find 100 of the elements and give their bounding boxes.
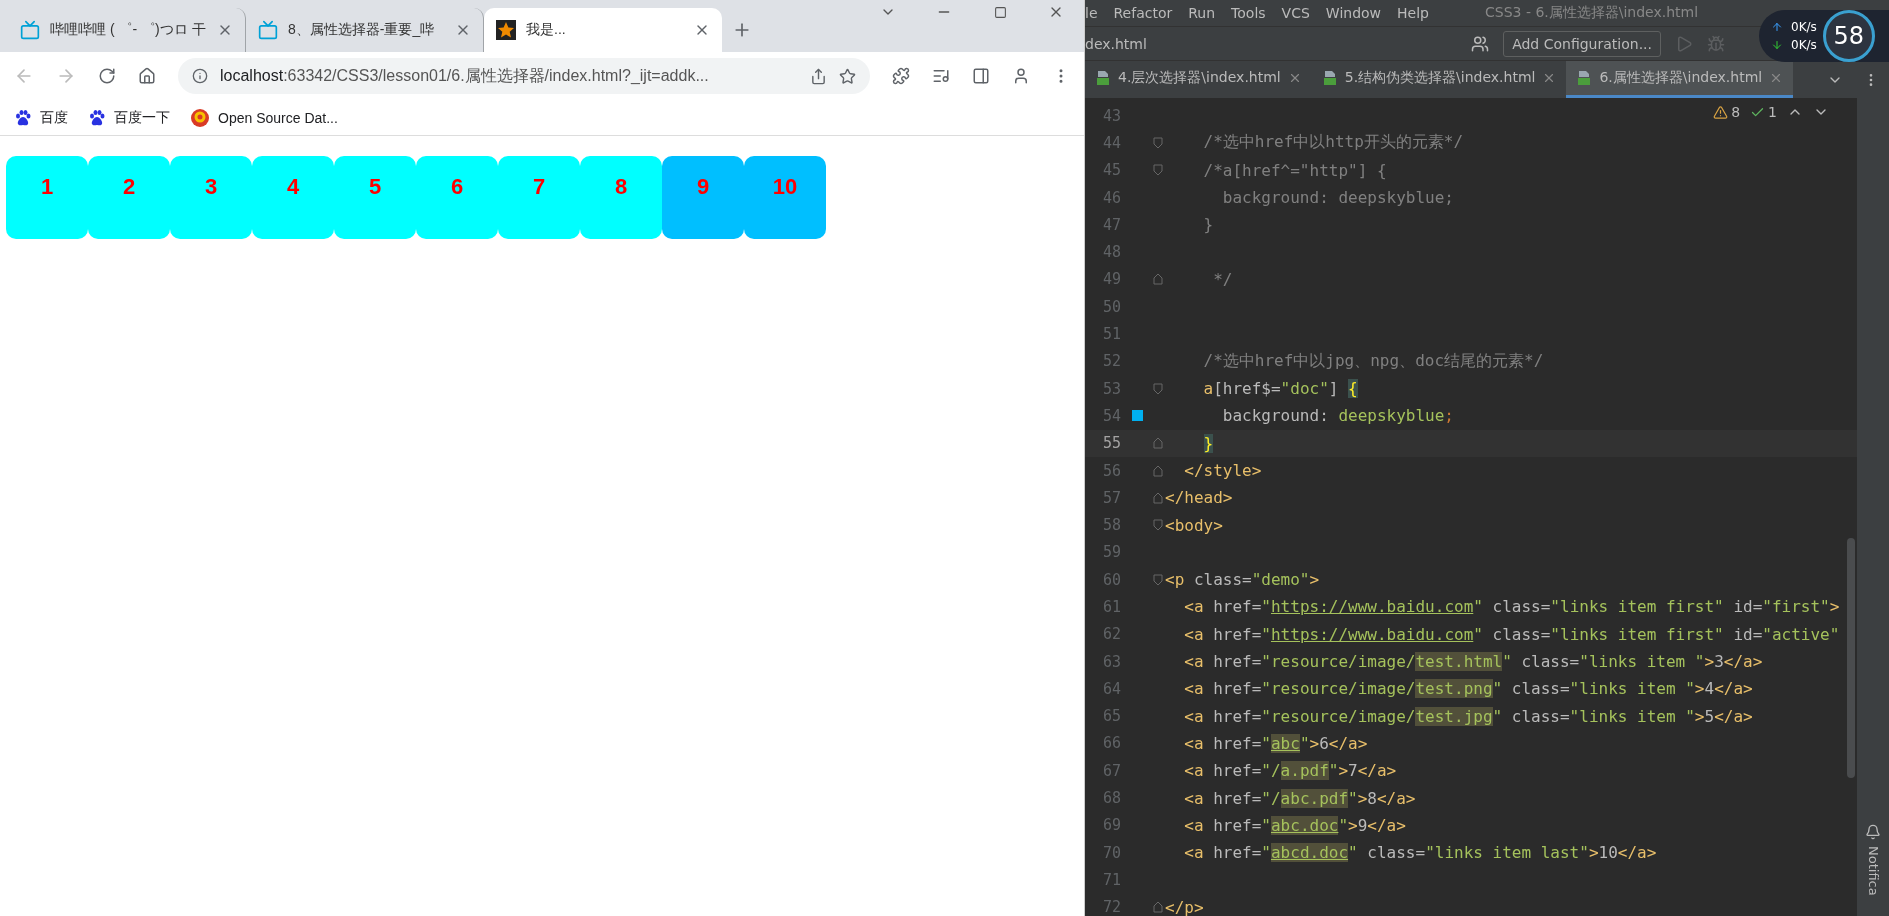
code-line: <a href="resource/image/test.html" class="links item ">3</a>: [1183, 652, 1763, 672]
menu-item[interactable]: Window: [1325, 5, 1382, 21]
reload-icon[interactable]: [98, 67, 116, 85]
code-line: <a href="resource/image/test.png" class="links item ">4</a>: [1183, 679, 1753, 699]
notifications-label[interactable]: Notifica: [1865, 846, 1881, 896]
menu-item[interactable]: Refactor: [1113, 5, 1173, 21]
bookmark-link[interactable]: Open Source Dat...: [190, 107, 338, 128]
editor-tab[interactable]: 5.结构伪类选择器\index.html: [1311, 61, 1567, 98]
line-number: 54: [1101, 406, 1121, 425]
line-number: 62: [1101, 625, 1121, 644]
warning-count[interactable]: 8: [1713, 104, 1741, 120]
arrow-down-icon: [1771, 39, 1783, 51]
line-number: 60: [1101, 570, 1121, 589]
code-line: */: [1212, 269, 1233, 289]
line-number: 52: [1101, 352, 1121, 371]
home-icon[interactable]: [138, 67, 156, 85]
line-number: 49: [1101, 270, 1121, 289]
line-number: 44: [1101, 133, 1121, 152]
menu-item[interactable]: le: [1085, 5, 1098, 21]
upload-speed: 0K/s: [1791, 20, 1817, 34]
code-line: <a href="resource/image/test.jpg" class="links item ">5</a>: [1183, 706, 1753, 726]
gauge-value: 58: [1822, 10, 1875, 62]
fold-icon[interactable]: [1153, 437, 1163, 450]
line-number: 57: [1101, 488, 1121, 507]
number-link[interactable]: 3: [170, 156, 252, 239]
star-icon: [496, 20, 516, 40]
bookmark-link[interactable]: 百度一下: [88, 108, 170, 127]
line-number: 64: [1101, 679, 1121, 698]
line-number: 59: [1101, 543, 1121, 562]
line-number: 47: [1101, 215, 1121, 234]
debug-icon[interactable]: [1707, 34, 1725, 53]
code-line: /*选中href中以jpg、npg、doc结尾的元素*/: [1202, 350, 1544, 372]
arrow-up-icon: [1771, 21, 1783, 33]
fold-icon[interactable]: [1153, 519, 1163, 532]
fold-icon[interactable]: [1153, 382, 1163, 395]
bookmark-link[interactable]: 百度: [14, 108, 68, 127]
line-number: 65: [1101, 707, 1121, 726]
menu-item[interactable]: Run: [1188, 5, 1216, 21]
code-line: background: deepskyblue;: [1221, 188, 1454, 208]
line-number: 48: [1101, 243, 1121, 262]
number-link[interactable]: 1: [6, 156, 88, 239]
menu-item[interactable]: VCS: [1281, 5, 1310, 21]
code-line: <a href="/abc.pdf">8</a>: [1183, 788, 1416, 808]
code-line: <a href="abc">6</a>: [1183, 733, 1368, 753]
fold-icon[interactable]: [1153, 164, 1163, 177]
side-panel-icon[interactable]: [972, 67, 990, 85]
menu-item[interactable]: Tools: [1231, 5, 1266, 21]
line-number: 53: [1101, 379, 1121, 398]
line-number: 55: [1101, 434, 1121, 453]
code-line: }: [1202, 215, 1214, 235]
html-file-icon: [1576, 70, 1593, 86]
line-number: 72: [1101, 898, 1121, 916]
number-link[interactable]: 5: [334, 156, 416, 239]
fold-icon[interactable]: [1153, 273, 1163, 286]
puzzle-icon[interactable]: [892, 67, 910, 85]
code-line: background: deepskyblue;: [1221, 406, 1454, 426]
line-number: 71: [1101, 870, 1121, 889]
editor-tab[interactable]: 4.层次选择器\index.html: [1085, 61, 1312, 98]
code-line: <p class="demo">: [1165, 570, 1320, 590]
code-line: <a href="abcd.doc" class="links item last">10</a>: [1183, 843, 1657, 863]
code-line: a[href$="doc"] {: [1202, 379, 1358, 399]
code-line: <a href="abc.doc">9</a>: [1183, 815, 1406, 835]
browser-tab[interactable]: 我是...: [484, 8, 722, 52]
paw-icon: [88, 108, 106, 127]
avatar-icon[interactable]: [1012, 67, 1030, 85]
bell-icon[interactable]: [1865, 824, 1881, 841]
number-link[interactable]: 6: [416, 156, 498, 239]
fold-icon[interactable]: [1153, 901, 1163, 914]
code-line: </head>: [1165, 488, 1233, 508]
line-number: 63: [1101, 652, 1121, 671]
paw-icon: [14, 108, 32, 127]
number-link[interactable]: 7: [498, 156, 580, 239]
info-icon[interactable]: [192, 68, 208, 84]
fold-icon[interactable]: [1153, 491, 1163, 504]
menu-item[interactable]: Help: [1397, 5, 1429, 21]
check-count[interactable]: 1: [1750, 104, 1777, 120]
media-icon[interactable]: [932, 67, 950, 85]
share-icon[interactable]: [810, 67, 827, 85]
run-icon[interactable]: [1675, 34, 1693, 53]
html-file-icon: [1321, 70, 1338, 86]
line-number: 69: [1101, 816, 1121, 835]
star-icon[interactable]: [839, 67, 856, 85]
fold-icon[interactable]: [1153, 573, 1163, 586]
code-line: /*选中href中以http开头的元素*/: [1202, 132, 1464, 154]
users-icon[interactable]: [1471, 34, 1490, 53]
breadcrumb[interactable]: dex.html: [1085, 35, 1458, 52]
line-number: 56: [1101, 461, 1121, 480]
tv-icon: [20, 20, 40, 40]
fold-icon[interactable]: [1153, 464, 1163, 477]
editor-tab[interactable]: 6.属性选择器\index.html: [1566, 61, 1794, 98]
line-number: 46: [1101, 188, 1121, 207]
fold-icon[interactable]: [1153, 136, 1163, 149]
number-link[interactable]: 8: [580, 156, 662, 239]
run-configuration-button[interactable]: Add Configuration...: [1503, 30, 1661, 57]
browser-tab[interactable]: 哔哩哔哩 ( ゜- ゜)つロ 干: [8, 8, 246, 52]
number-link[interactable]: 2: [88, 156, 170, 239]
code-line: </style>: [1183, 461, 1262, 480]
number-link[interactable]: 4: [252, 156, 334, 239]
scrollbar[interactable]: [1847, 538, 1855, 778]
p-logo-icon: [190, 107, 210, 128]
